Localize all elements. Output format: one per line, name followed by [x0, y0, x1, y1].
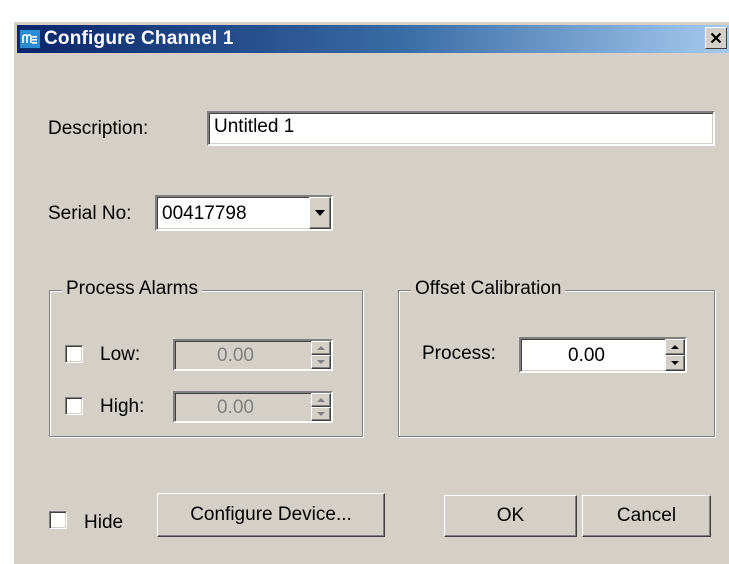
- low-alarm-value: 0.00: [217, 345, 254, 366]
- title-bar[interactable]: Configure Channel 1: [17, 25, 729, 53]
- spin-down-icon: [671, 361, 679, 365]
- description-value: Untitled 1: [214, 116, 295, 137]
- low-alarm-checkbox[interactable]: [65, 345, 83, 363]
- description-label: Description:: [48, 118, 149, 139]
- high-alarm-checkbox[interactable]: [65, 397, 83, 415]
- hide-label: Hide: [84, 512, 124, 533]
- configure-channel-dialog: Configure Channel 1 Description: Untitle…: [14, 22, 729, 564]
- spin-up-icon: [317, 346, 325, 350]
- chevron-down-icon: [315, 210, 325, 216]
- spin-up-icon: [317, 398, 325, 402]
- low-spin-up-button[interactable]: [311, 341, 331, 355]
- high-spin-down-button[interactable]: [311, 407, 331, 421]
- high-alarm-value: 0.00: [217, 397, 254, 418]
- high-alarm-label: High:: [100, 396, 145, 417]
- configure-device-button[interactable]: Configure Device...: [157, 493, 385, 537]
- spin-down-icon: [317, 360, 325, 364]
- low-alarm-spinbox[interactable]: 0.00: [173, 339, 333, 371]
- close-button[interactable]: [705, 27, 727, 49]
- cancel-label: Cancel: [616, 505, 677, 526]
- process-spin-up-button[interactable]: [665, 339, 685, 355]
- offset-calibration-title: Offset Calibration: [411, 278, 566, 300]
- window-title: Configure Channel 1: [44, 28, 234, 49]
- hide-checkbox[interactable]: [49, 511, 67, 529]
- low-alarm-label: Low:: [100, 344, 141, 365]
- high-spin-up-button[interactable]: [311, 393, 331, 407]
- process-spin-down-button[interactable]: [665, 355, 685, 371]
- low-spin-down-button[interactable]: [311, 355, 331, 369]
- serial-number-value: 00417798: [162, 203, 247, 224]
- configure-device-label: Configure Device...: [190, 504, 352, 525]
- high-alarm-spin-buttons: [311, 393, 331, 421]
- process-offset-spinbox[interactable]: 0.00: [519, 337, 687, 373]
- process-alarms-title: Process Alarms: [62, 278, 202, 300]
- ok-label: OK: [496, 505, 525, 526]
- serial-number-label: Serial No:: [48, 203, 132, 224]
- serial-number-select[interactable]: 00417798: [155, 195, 333, 231]
- spin-up-icon: [671, 345, 679, 349]
- channel-app-icon: [19, 29, 41, 49]
- ok-button[interactable]: OK: [444, 495, 577, 537]
- cancel-button[interactable]: Cancel: [582, 495, 711, 537]
- high-alarm-spinbox[interactable]: 0.00: [173, 391, 333, 423]
- process-offset-value: 0.00: [568, 345, 605, 366]
- process-label: Process:: [422, 343, 496, 364]
- process-spin-buttons: [665, 339, 685, 371]
- description-input[interactable]: Untitled 1: [207, 111, 715, 146]
- close-icon: [710, 32, 722, 44]
- low-alarm-spin-buttons: [311, 341, 331, 369]
- spin-down-icon: [317, 412, 325, 416]
- serial-dropdown-button[interactable]: [309, 197, 331, 229]
